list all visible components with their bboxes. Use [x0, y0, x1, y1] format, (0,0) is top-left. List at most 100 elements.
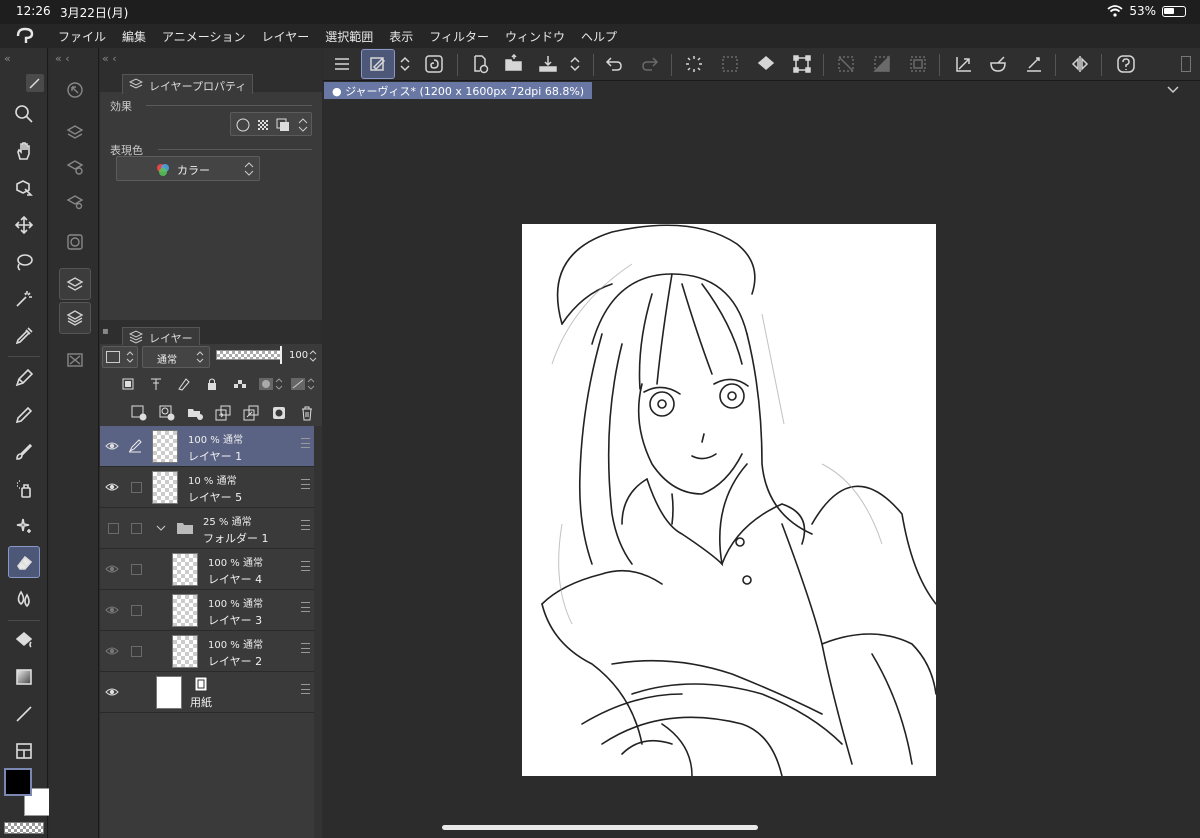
flip-horizontal-icon[interactable] [1067, 51, 1093, 77]
transform-icon[interactable] [789, 51, 815, 77]
opacity-slider-handle[interactable] [280, 346, 282, 364]
scroll-handle-icon[interactable] [1181, 56, 1191, 72]
layer-property-tab-icon[interactable] [59, 268, 91, 300]
layer-menu-icon[interactable] [301, 520, 310, 530]
foreground-color-swatch[interactable] [4, 768, 32, 796]
edit-target-checkbox[interactable] [131, 605, 142, 616]
collapse-arrows-icon[interactable]: « [4, 52, 44, 68]
collapse-arrows-icon[interactable]: « ‹ [55, 52, 70, 65]
chevron-updown-icon[interactable] [297, 116, 309, 134]
zoom-icon[interactable] [8, 98, 40, 130]
transparent-color-swatch[interactable] [4, 822, 44, 834]
new-file-icon[interactable] [467, 51, 493, 77]
loading-spinner-icon[interactable] [681, 51, 707, 77]
layer-color-toggle[interactable] [102, 346, 138, 368]
collapse-arrows-icon[interactable]: « ‹ [102, 52, 117, 65]
pen-icon[interactable] [8, 362, 40, 394]
edit-target-checkbox[interactable] [131, 482, 142, 493]
blend-mode-select[interactable]: 通常 [142, 346, 210, 368]
blend-icon[interactable] [8, 583, 40, 615]
rotate-flip-icon[interactable] [951, 51, 977, 77]
visibility-eye-icon[interactable] [105, 480, 119, 494]
brush-icon[interactable] [8, 436, 40, 468]
lock-icon[interactable] [204, 376, 220, 392]
line-icon[interactable] [8, 698, 40, 730]
edit-target-checkbox[interactable] [131, 564, 142, 575]
layer-color-icon[interactable] [275, 117, 291, 133]
visibility-eye-icon[interactable] [105, 603, 119, 617]
menu-item[interactable]: 表示 [389, 28, 413, 45]
menu-item[interactable]: 選択範囲 [325, 28, 373, 45]
chevron-down-icon[interactable] [156, 523, 166, 533]
tab-layer[interactable]: レイヤー [122, 327, 200, 345]
layer-tab-icon[interactable] [59, 302, 91, 334]
expand-selection-icon[interactable] [905, 51, 931, 77]
gradient-icon[interactable] [8, 661, 40, 693]
layer-menu-icon[interactable] [301, 479, 310, 489]
lock-transparency-icon[interactable] [232, 376, 248, 392]
menu-item[interactable]: ヘルプ [581, 28, 617, 45]
clip-to-layer-below-icon[interactable] [120, 376, 136, 392]
frame-icon[interactable] [8, 735, 40, 767]
border-effect-icon[interactable] [235, 117, 251, 133]
airbrush-icon[interactable] [8, 473, 40, 505]
quick-access-icon[interactable] [421, 51, 447, 77]
visibility-eye-icon[interactable] [105, 439, 119, 453]
layer-settings-icon[interactable] [59, 151, 91, 183]
close-panel-icon[interactable]: ▪ [102, 326, 109, 337]
chevron-updown-icon[interactable] [397, 51, 413, 77]
menu-item[interactable]: 編集 [122, 28, 146, 45]
menu-item[interactable]: ウィンドウ [505, 28, 565, 45]
transfer-to-below-icon[interactable] [214, 404, 232, 422]
document-tab[interactable]: ● ジャーヴィス* (1200 x 1600px 72dpi 68.8%) [324, 82, 593, 99]
home-indicator[interactable] [442, 825, 758, 830]
menu-icon[interactable] [329, 51, 355, 77]
layer-search-icon[interactable] [59, 186, 91, 218]
object-select-icon[interactable] [8, 172, 40, 204]
invert-selection-icon[interactable] [869, 51, 895, 77]
layer-menu-icon[interactable] [301, 643, 310, 653]
color-mode-select[interactable]: カラー [116, 156, 260, 181]
decoration-icon[interactable] [8, 510, 40, 542]
new-vector-layer-icon[interactable] [158, 404, 176, 422]
snap-to-special-ruler-icon[interactable] [1021, 51, 1047, 77]
edit-target-checkbox[interactable] [131, 523, 142, 534]
pencil-icon[interactable] [8, 399, 40, 431]
magic-wand-icon[interactable] [8, 283, 40, 315]
open-folder-icon[interactable] [501, 51, 527, 77]
help-icon[interactable] [1113, 51, 1139, 77]
fill-bucket-icon[interactable] [753, 51, 779, 77]
fill-icon[interactable] [8, 624, 40, 656]
layer-menu-icon[interactable] [301, 561, 310, 571]
canvas-paper[interactable] [522, 224, 937, 777]
reference-layer-icon[interactable] [148, 376, 164, 392]
layer-row[interactable]: 100 % 通常 レイヤー 3 [100, 590, 314, 631]
layer-row[interactable]: 100 % 通常 レイヤー 1 [100, 426, 314, 467]
draft-layer-icon[interactable] [176, 376, 192, 392]
edit-target-checkbox[interactable] [131, 646, 142, 657]
layer-edit-icon[interactable] [361, 49, 395, 79]
new-folder-icon[interactable] [186, 404, 204, 422]
navigator-icon[interactable] [59, 74, 91, 106]
visibility-eye-icon[interactable] [105, 685, 119, 699]
delete-layer-icon[interactable] [298, 404, 316, 422]
menu-item[interactable]: ファイル [58, 28, 106, 45]
move-icon[interactable] [8, 209, 40, 241]
merge-below-icon[interactable] [242, 404, 260, 422]
edit-pen-icon[interactable] [128, 439, 142, 453]
layer-row[interactable]: 用紙 [100, 672, 314, 713]
color-circle-icon[interactable] [59, 226, 91, 258]
app-logo-icon[interactable] [14, 27, 36, 45]
layer-mask-icon[interactable] [270, 404, 288, 422]
tone-effect-icon[interactable] [255, 117, 271, 133]
save-icon[interactable] [535, 51, 561, 77]
menu-item[interactable]: レイヤー [262, 28, 310, 45]
layer-row[interactable]: 10 % 通常 レイヤー 5 [100, 467, 314, 508]
select-all-icon[interactable] [717, 51, 743, 77]
chevron-updown-icon[interactable] [308, 348, 318, 364]
deselect-icon[interactable] [833, 51, 859, 77]
mask-enable-icon[interactable] [258, 376, 284, 392]
visibility-eye-icon[interactable] [105, 562, 119, 576]
layer-row[interactable]: 25 % 通常 フォルダー 1 [100, 508, 314, 549]
layer-property-icon[interactable] [59, 116, 91, 148]
